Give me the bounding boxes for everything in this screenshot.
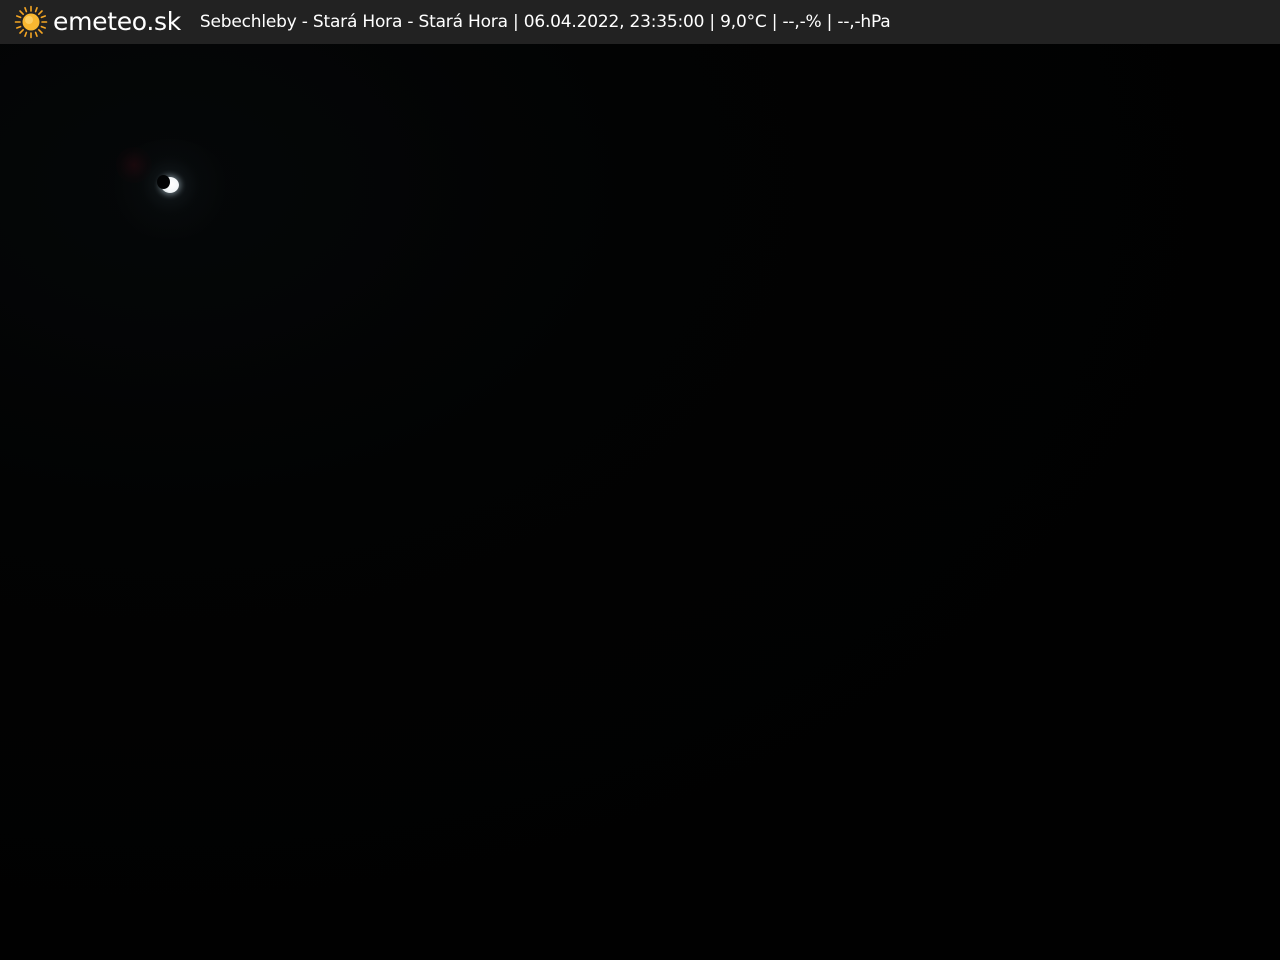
- emeteo-logo: emeteo.sk: [14, 0, 181, 44]
- webcam-image: [0, 44, 1280, 960]
- station-caption: Sebechleby - Stará Hora - Stará Hora | 0…: [199, 12, 891, 32]
- caption-bar: emeteo.sk Sebechleby - Stará Hora - Star…: [0, 0, 1280, 44]
- lens-flare: [116, 147, 152, 183]
- brand-name: emeteo.sk: [53, 7, 181, 36]
- sun-icon: [14, 5, 48, 39]
- webcam-frame: emeteo.sk Sebechleby - Stará Hora - Star…: [0, 0, 1280, 960]
- moon-shadow: [157, 175, 170, 189]
